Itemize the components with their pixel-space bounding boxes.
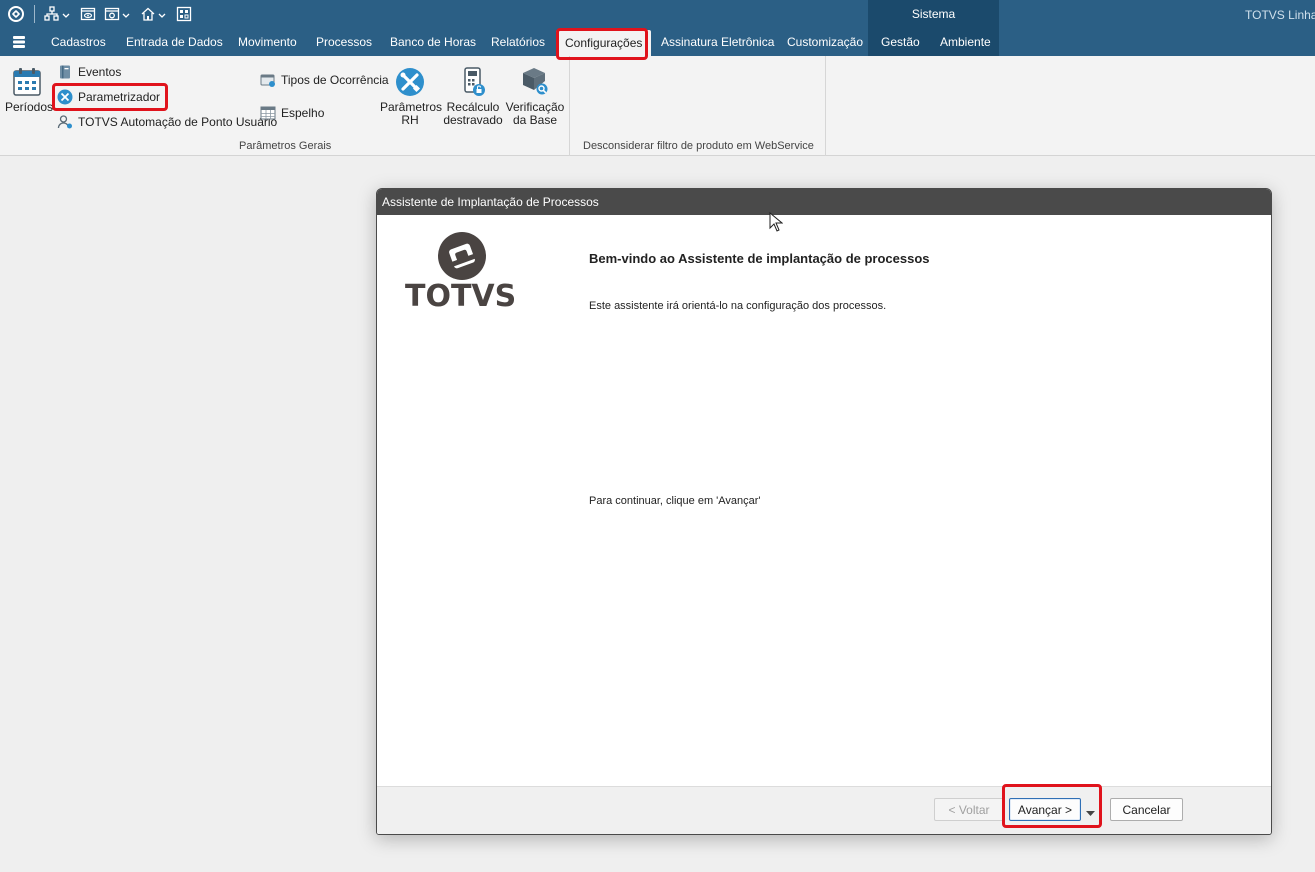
tipos-de-ocorrencia-label: Tipos de Ocorrência [281,73,389,87]
espelho-label: Espelho [281,106,325,120]
tools-icon [57,89,73,105]
table-icon [260,105,276,121]
ribbon-group-divider [569,56,570,156]
dialog-footer: < Voltar Avançar > Cancelar [377,786,1271,834]
eventos-label: Eventos [78,65,122,79]
periodos-button[interactable]: Períodos [5,66,54,114]
calendar-icon [11,66,43,98]
menu-customizacao[interactable]: Customização [787,28,863,56]
totvs-logo-text: TOTVS [405,279,517,314]
totvs-logo: TOTVS [405,229,517,319]
cancel-button[interactable]: Cancelar [1110,798,1183,821]
toolbar-divider [34,5,35,23]
calculator-icon [457,66,489,98]
parametros-rh-button[interactable]: Parâmetros RH [380,66,442,127]
wizard-dialog: Assistente de Implantação de Processos T… [376,188,1272,835]
menu-relatorios[interactable]: Relatórios [491,28,545,56]
view-icon[interactable] [80,6,96,22]
occurrence-window-icon [260,72,276,88]
next-button[interactable]: Avançar > [1009,798,1081,821]
verificacao-label-2: da Base [512,113,558,127]
parametrizador-label: Parametrizador [78,90,161,104]
menu-configuracoes[interactable]: Configurações [556,30,652,56]
context-tab-sistema[interactable]: Sistema [868,0,999,28]
eventos-button[interactable]: Eventos [57,62,121,82]
recalculo-destravado-button[interactable]: Recálculo destravado [443,66,503,127]
book-icon [57,64,73,80]
menu-ambiente[interactable]: Ambiente [940,28,991,56]
menu-processos[interactable]: Processos [316,28,372,56]
mouse-cursor-icon [769,211,784,232]
app-title: TOTVS Linha R [1245,8,1315,22]
dialog-heading: Bem-vindo ao Assistente de implantação d… [589,251,930,266]
dialog-continue-text: Para continuar, clique em 'Avançar' [589,495,761,507]
automacao-label: TOTVS Automação de Ponto Usuário [78,115,278,129]
recalculo-label-2: destravado [443,113,503,127]
back-button[interactable]: < Voltar [934,798,1004,821]
menu-entrada-de-dados[interactable]: Entrada de Dados [126,28,223,56]
title-bar: Sistema TOTVS Linha R [0,0,1315,28]
tools-icon [394,66,426,98]
tipos-de-ocorrencia-button[interactable]: Tipos de Ocorrência [260,70,389,90]
menu-gestao[interactable]: Gestão [881,28,920,56]
chevron-down-icon[interactable] [1086,806,1095,816]
dialog-intro-text: Este assistente irá orientá-lo na config… [589,300,887,312]
verificacao-da-base-button[interactable]: Verificação da Base [505,66,565,127]
dialog-title[interactable]: Assistente de Implantação de Processos [377,189,1271,215]
chevron-down-icon[interactable] [62,9,70,18]
home-icon[interactable] [140,6,156,22]
ribbon: Períodos Eventos Parametrizador TOTVS Au… [0,56,1315,156]
menu-movimento[interactable]: Movimento [238,28,297,56]
grid-icon[interactable] [176,6,192,22]
menu-cadastros[interactable]: Cadastros [51,28,106,56]
settings-window-icon[interactable] [104,6,120,22]
menu-bar: Cadastros Entrada de Dados Movimento Pro… [0,28,1315,56]
parametrizador-button[interactable]: Parametrizador [57,87,160,107]
chevron-down-icon[interactable] [158,9,166,18]
menu-assinatura-eletronica[interactable]: Assinatura Eletrônica [661,28,774,56]
chevron-down-icon[interactable] [122,9,130,18]
database-search-icon [519,66,551,98]
totvs-automacao-ponto-usuario-button[interactable]: TOTVS Automação de Ponto Usuário [57,112,277,132]
ribbon-group-label-desconsiderar-filtro[interactable]: Desconsiderar filtro de produto em WebSe… [583,140,814,152]
totvs-logo-icon[interactable] [8,6,24,22]
user-settings-icon [57,114,73,130]
ribbon-group-label-parametros-gerais: Parâmetros Gerais [239,140,332,152]
espelho-button[interactable]: Espelho [260,103,324,123]
periodos-label: Períodos [5,100,54,114]
application-menu-icon[interactable] [12,35,26,49]
org-chart-icon[interactable] [44,6,60,22]
menu-banco-de-horas[interactable]: Banco de Horas [390,28,476,56]
parametros-rh-label-2: RH [401,113,419,127]
ribbon-group-divider [825,56,826,156]
